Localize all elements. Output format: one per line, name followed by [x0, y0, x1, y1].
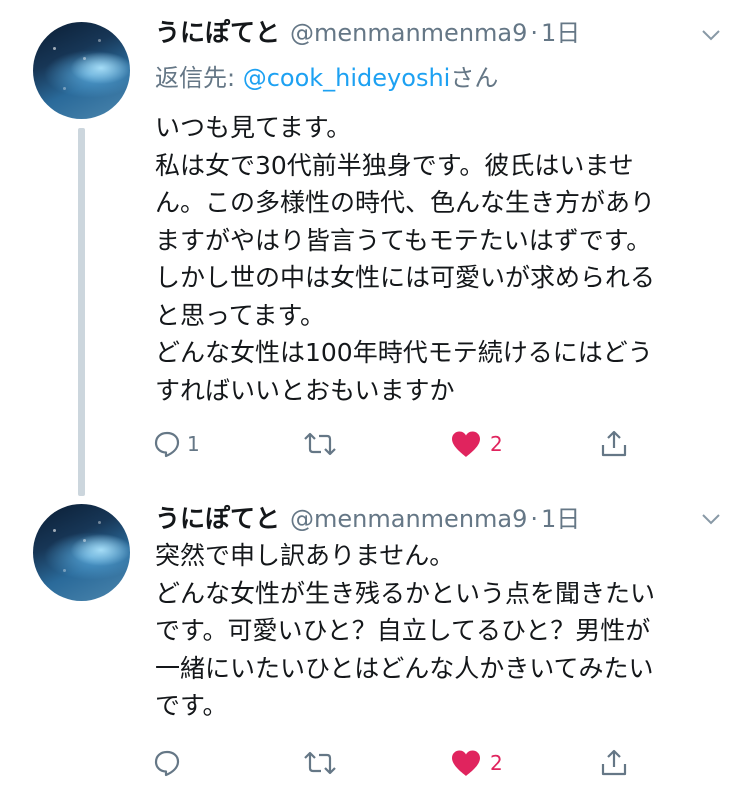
share-icon: [601, 430, 627, 457]
chevron-down-icon[interactable]: [700, 508, 722, 530]
tweet-text: いつも見てます。 私は女で30代前半独身です。彼氏はいませ ん。この多様性の時代…: [155, 109, 725, 409]
reply-suffix: さん: [450, 64, 499, 92]
tweet[interactable]: うにぽてと @menmanmenma9 · 1日 返信先: @cook_hide…: [0, 0, 750, 496]
user-handle[interactable]: @menmanmenma9: [290, 505, 527, 533]
tweet-text-line: ますがやはり皆言うてもモテたいはずです。: [155, 225, 652, 255]
reply-button[interactable]: 1: [152, 424, 200, 464]
share-button[interactable]: [599, 424, 629, 464]
tweet-text-line: しかし世の中は女性には可愛いが求められる: [155, 263, 656, 292]
separator-dot: ·: [530, 19, 539, 47]
tweet-text-line: すればいいとおもいますか: [155, 375, 455, 405]
reply-icon: [154, 750, 180, 777]
tweet-text-line: です。可愛いひと？自立してるひと？男性が: [155, 616, 651, 645]
retweet-icon: [304, 432, 336, 456]
tweet-text-line: 一緒にいたいひとはどんな人かきいてみたい: [155, 653, 654, 683]
replying-to: 返信先: @cook_hideyoshiさん: [155, 58, 498, 93]
reply-count: 1: [187, 432, 200, 456]
display-name[interactable]: うにぽてと: [155, 13, 280, 49]
reply-mention-link[interactable]: @cook_hideyoshi: [243, 64, 451, 92]
timestamp[interactable]: 1日: [541, 13, 580, 48]
share-icon: [601, 749, 627, 776]
reply-button[interactable]: [152, 743, 187, 783]
like-count: 2: [490, 751, 503, 775]
tweet-text-line: 突然で申し訳ありません。: [155, 541, 455, 570]
separator-dot: ·: [530, 505, 539, 533]
tweet-text-line: と思ってます。: [155, 300, 326, 330]
thread-connector-line: [78, 128, 85, 496]
tweet-text: 突然で申し訳ありません。 どんな女性が生き残るかという点を聞きたい です。可愛い…: [155, 537, 725, 725]
retweet-button[interactable]: [302, 424, 343, 464]
heart-icon: [452, 431, 480, 457]
tweet-text-line: いつも見てます。: [155, 113, 352, 142]
heart-icon: [452, 750, 480, 776]
reply-icon: [154, 431, 180, 458]
tweet-text-line: どんな女性が生き残るかという点を聞きたい: [155, 578, 656, 608]
timestamp[interactable]: 1日: [541, 499, 580, 534]
like-button[interactable]: 2: [450, 424, 503, 464]
share-button[interactable]: [599, 743, 629, 783]
tweet-actions: 2: [152, 743, 652, 783]
avatar[interactable]: [33, 22, 130, 119]
display-name[interactable]: うにぽてと: [155, 499, 280, 535]
retweet-button[interactable]: [302, 743, 343, 783]
retweet-icon: [304, 751, 336, 775]
tweet-actions: 1 2: [152, 424, 652, 464]
tweet-header: うにぽてと @menmanmenma9 · 1日: [155, 499, 580, 539]
tweet-text-line: 私は女で30代前半独身です。彼氏はいませ: [155, 150, 634, 180]
replying-to-label: 返信先:: [155, 64, 243, 92]
user-handle[interactable]: @menmanmenma9: [290, 19, 527, 47]
tweet-text-line: ん。この多様性の時代、色んな生き方があり: [155, 188, 656, 217]
tweet-text-line: です。: [155, 691, 228, 720]
tweet-header: うにぽてと @menmanmenma9 · 1日: [155, 13, 580, 53]
like-button[interactable]: 2: [450, 743, 503, 783]
tweet-text-line: どんな女性は100年時代モテ続けるにはどう: [155, 338, 653, 367]
chevron-down-icon[interactable]: [700, 24, 722, 46]
like-count: 2: [490, 432, 503, 456]
avatar[interactable]: [33, 504, 130, 601]
